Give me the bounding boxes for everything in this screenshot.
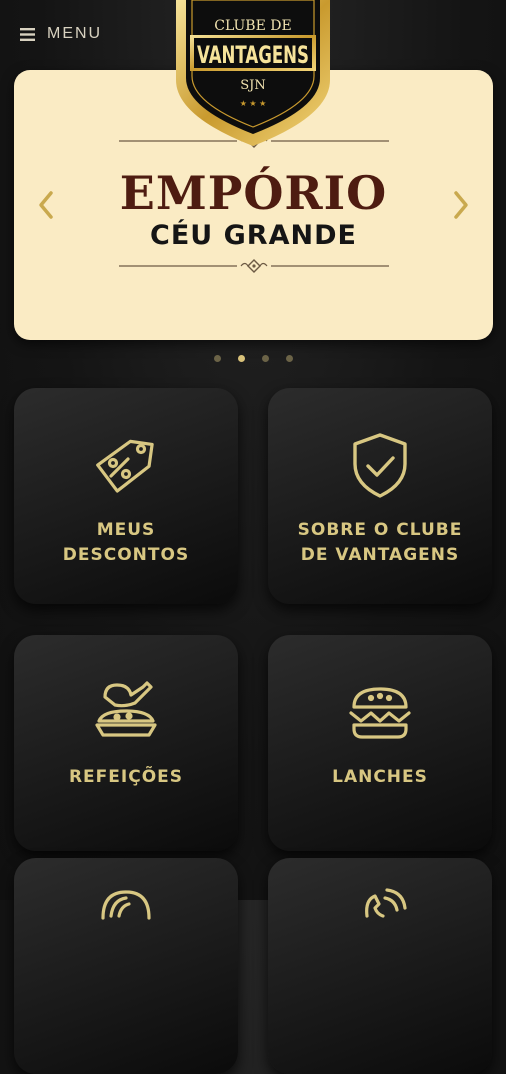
discount-tag-icon — [96, 439, 154, 493]
carousel-pager — [0, 355, 506, 362]
chevron-left-icon[interactable] — [36, 190, 56, 220]
card-lanches[interactable]: LANCHES — [268, 635, 492, 851]
pager-dot-active[interactable] — [237, 355, 245, 362]
meal-plate-icon — [95, 681, 157, 737]
ornament-divider-bottom — [119, 259, 389, 273]
card-refeicoes[interactable]: REFEIÇÕES — [14, 635, 238, 851]
hamburger-icon — [20, 27, 35, 41]
card-label: REFEIÇÕES — [68, 767, 184, 787]
card-label: LANCHES — [332, 767, 428, 787]
pager-dot[interactable] — [285, 355, 293, 362]
banner-subtitle: CÉU GRANDE — [150, 220, 357, 251]
shield-check-icon — [353, 433, 407, 498]
card-label: SOBRE O CLUBE DE VANTAGENS — [297, 520, 463, 565]
logo-line2: VANTAGENS — [197, 41, 309, 69]
menu-button[interactable]: MENU — [20, 25, 102, 43]
card-sobre-o-clube[interactable]: SOBRE O CLUBE DE VANTAGENS — [268, 388, 492, 604]
card-label: MEUS DESCONTOS — [62, 520, 190, 565]
burger-icon — [349, 687, 411, 739]
club-logo-badge: CLUBE DE VANTAGENS SJN ★ ★ ★ — [176, 0, 330, 146]
phone-icon — [365, 888, 407, 918]
dessert-icon — [101, 890, 151, 920]
logo-line3: SJN — [240, 78, 266, 93]
chevron-right-icon[interactable] — [451, 190, 471, 220]
logo-stars: ★ ★ ★ — [240, 99, 267, 108]
card-dessert[interactable] — [14, 858, 238, 1074]
banner-title: EMPÓRIO — [119, 166, 388, 220]
card-meus-descontos[interactable]: MEUS DESCONTOS — [14, 388, 238, 604]
menu-label: MENU — [47, 25, 103, 42]
card-contact[interactable] — [268, 858, 492, 1074]
pager-dot[interactable] — [213, 355, 221, 362]
pager-dot[interactable] — [261, 355, 269, 362]
logo-line1: CLUBE DE — [214, 18, 291, 34]
